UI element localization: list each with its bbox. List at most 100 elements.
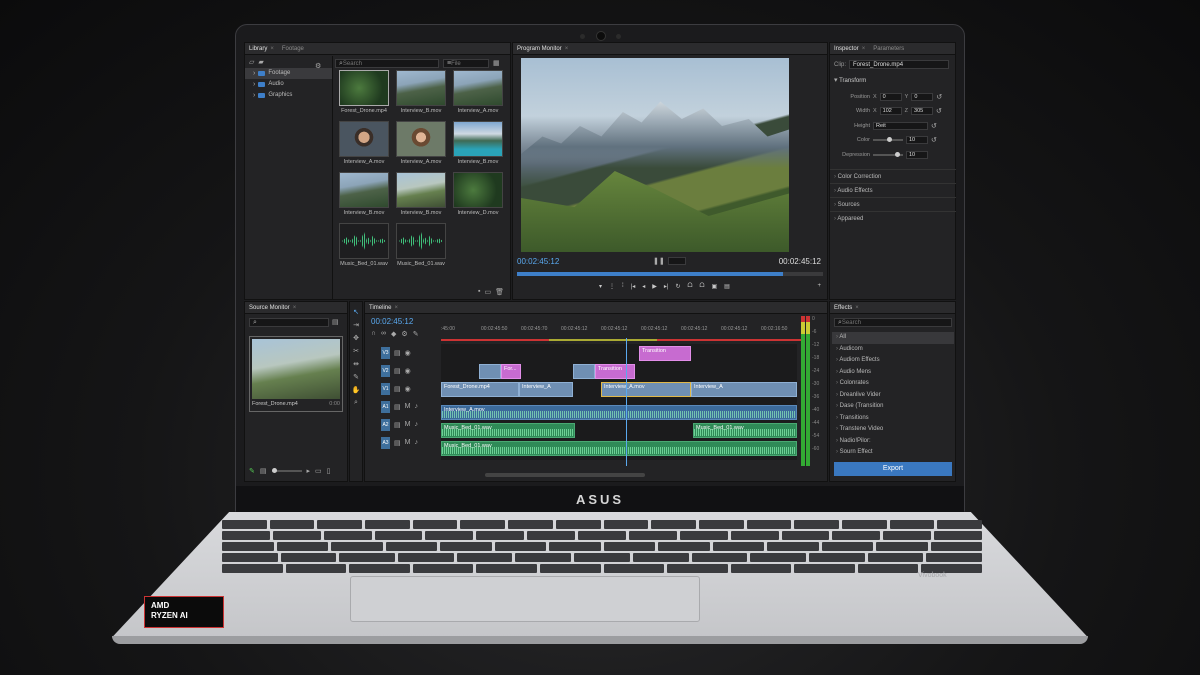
track-badge[interactable]: A3	[381, 436, 390, 449]
color-slider[interactable]	[873, 137, 903, 142]
mic-icon[interactable]: ♪	[414, 439, 418, 446]
effects-list-item[interactable]: Dreanlive Vider	[832, 390, 954, 402]
mute-icon[interactable]: M	[405, 421, 411, 428]
wrench-icon[interactable]: ✎	[413, 330, 419, 338]
audio-scrub-icon[interactable]: ᗝ	[688, 283, 693, 290]
position-x-input[interactable]: 0	[879, 93, 902, 101]
scrub-bar[interactable]	[517, 272, 823, 276]
transition-clip[interactable]: Transition	[639, 346, 691, 361]
mic-icon[interactable]: ♪	[414, 403, 418, 410]
timeline-scrollbar[interactable]	[485, 473, 645, 477]
track-badge[interactable]: V2	[381, 364, 390, 377]
depression-slider[interactable]	[873, 152, 903, 157]
new-folder-icon[interactable]: ▭	[484, 288, 491, 296]
new-bin-icon[interactable]: ▱	[249, 58, 254, 66]
settings-gear-icon[interactable]: ⚙	[315, 62, 321, 70]
close-icon[interactable]: ×	[862, 46, 866, 52]
search-input[interactable]: ⌕ Search	[335, 58, 439, 68]
play-icon[interactable]: ▸	[307, 467, 311, 475]
effects-list-item[interactable]: Transitions	[832, 413, 954, 425]
effects-list-item[interactable]: Nadio!Pilor:	[832, 436, 954, 448]
track-select-icon[interactable]: ⇥	[353, 321, 359, 329]
tab-source-monitor[interactable]: Source Monitor ×	[249, 305, 296, 311]
playhead[interactable]	[626, 338, 627, 466]
effects-list-item[interactable]: Dase (Transition	[832, 401, 954, 413]
tab-program-monitor[interactable]: Program Monitor ×	[517, 46, 568, 52]
video-clip[interactable]	[573, 364, 595, 379]
trash-icon[interactable]: ▯	[327, 467, 331, 475]
reset-icon[interactable]: ↺	[931, 122, 937, 130]
settings-icon[interactable]: ⚙	[401, 330, 407, 338]
height-dropdown[interactable]: Reit	[873, 122, 928, 130]
tab-inspector[interactable]: Inspector ×	[834, 46, 865, 52]
close-icon[interactable]: ×	[855, 305, 859, 311]
move-tool-icon[interactable]: ✥	[353, 334, 359, 342]
safe-margins-icon[interactable]: ᗝ	[700, 283, 705, 290]
add-button-icon[interactable]: +	[817, 283, 821, 289]
close-icon[interactable]: ×	[293, 305, 297, 311]
track-header[interactable]: V1 ▤ ◉	[365, 380, 439, 397]
media-thumbnail[interactable]: Interview_A.mov	[453, 70, 503, 114]
mute-icon[interactable]: M	[405, 403, 411, 410]
media-thumbnail[interactable]: Interview_B.mov	[453, 121, 503, 165]
tab-library[interactable]: Library ×	[249, 46, 274, 52]
audio-clip[interactable]: Interview_A.mov	[441, 405, 797, 420]
video-clip[interactable]: Interview_A	[519, 382, 573, 397]
media-thumbnail[interactable]: Interview_A.mov	[396, 121, 446, 165]
close-icon[interactable]: ×	[270, 46, 274, 52]
tree-item-audio[interactable]: › Audio	[245, 79, 332, 90]
track-header[interactable]: A1 ▤ M ♪	[365, 398, 439, 415]
snap-icon[interactable]: ∩	[371, 330, 376, 338]
list-icon[interactable]: ▤	[260, 467, 267, 475]
effects-list-item[interactable]: Colonrates	[832, 378, 954, 390]
media-thumbnail[interactable]: Music_Bed_01.wav	[339, 223, 389, 267]
lock-icon[interactable]: ▤	[394, 403, 401, 411]
track-badge[interactable]: A1	[381, 400, 390, 413]
media-thumbnail[interactable]: Interview_B.mov	[339, 172, 389, 216]
reset-icon[interactable]: ↺	[931, 136, 937, 144]
loop-icon[interactable]: ↻	[675, 283, 680, 290]
lock-icon[interactable]: ▤	[394, 349, 401, 357]
reset-icon[interactable]: ↺	[936, 107, 942, 115]
mark-out-icon[interactable]: ⋮	[609, 283, 615, 290]
step-forward-icon[interactable]: ▸|	[664, 283, 669, 290]
position-y-input[interactable]: 0	[911, 93, 934, 101]
lock-icon[interactable]: ▤	[394, 421, 401, 429]
media-thumbnail[interactable]: Forest_Drone.mp4	[339, 70, 389, 114]
source-clip-card[interactable]: Forest_Drone.mp4 0:00	[249, 336, 343, 412]
track-area[interactable]: Transition For... Transition Forest_Dron…	[441, 338, 797, 466]
media-thumbnail[interactable]: Interview_B.mov	[396, 70, 446, 114]
source-search-input[interactable]: ⌕	[249, 318, 329, 327]
audio-clip[interactable]: Music_Bed_01.wav	[441, 423, 575, 438]
track-header[interactable]: A3 ▤ M ♪	[365, 434, 439, 451]
marker-icon[interactable]: ◆	[391, 330, 396, 338]
section-sources[interactable]: Sources	[830, 197, 956, 211]
reset-icon[interactable]: ↺	[936, 93, 942, 101]
mute-icon[interactable]: M	[405, 439, 411, 446]
step-back-icon[interactable]: |◂	[631, 283, 636, 290]
selection-tool-icon[interactable]: ↖	[353, 308, 359, 316]
video-clip[interactable]: Interview_A	[691, 382, 797, 397]
close-icon[interactable]: ×	[394, 305, 398, 311]
zoom-slider[interactable]	[271, 468, 302, 473]
play-icon[interactable]: ▶	[652, 283, 657, 290]
track-badge[interactable]: A2	[381, 418, 390, 431]
slip-tool-icon[interactable]: ⇹	[353, 360, 359, 368]
audio-clip[interactable]: Music_Bed_01.wav	[693, 423, 797, 438]
go-to-in-icon[interactable]: ⁞	[622, 283, 624, 290]
folder-icon[interactable]: ▰	[258, 58, 263, 66]
effects-list-item[interactable]: Audiom Effects	[832, 355, 954, 367]
fit-dropdown[interactable]	[667, 257, 686, 265]
track-header[interactable]: V3 ▤ ◉	[365, 344, 439, 361]
eye-icon[interactable]: ◉	[405, 367, 411, 375]
section-appareed[interactable]: Appareed	[830, 211, 956, 225]
pen-tool-icon[interactable]: ✎	[353, 373, 359, 381]
track-badge[interactable]: V3	[381, 346, 390, 359]
section-color-correction[interactable]: Color Correction	[830, 169, 956, 183]
transform-header[interactable]: ▾ Transform	[834, 76, 866, 84]
rewind-icon[interactable]: ◂	[642, 283, 645, 290]
grid-view-icon[interactable]: ▦	[493, 59, 500, 67]
media-thumbnail[interactable]: Music_Bed_01.wav	[396, 223, 446, 267]
track-badge[interactable]: V1	[381, 382, 390, 395]
video-clip-selected[interactable]: Interview_A.mov	[601, 382, 691, 397]
